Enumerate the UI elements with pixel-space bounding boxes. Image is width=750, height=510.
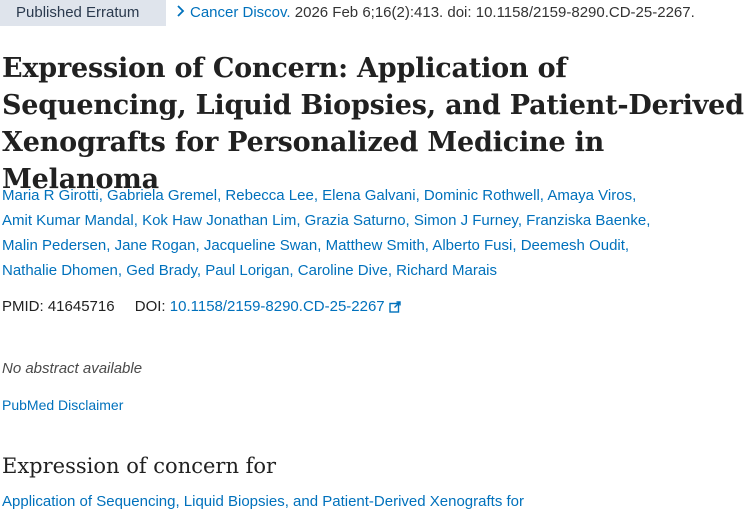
author-link[interactable]: Amit Kumar Mandal [2, 212, 134, 229]
author-separator: , [405, 212, 414, 229]
author-separator: , [415, 187, 424, 204]
author-link[interactable]: Jacqueline Swan [204, 237, 317, 254]
author-link[interactable]: Amaya Viros [547, 187, 632, 204]
pubmed-disclaimer-link[interactable]: PubMed Disclaimer [2, 397, 123, 413]
author-link[interactable]: Gabriela Gremel [107, 187, 217, 204]
author-link[interactable]: Franziska Baenke [526, 212, 646, 229]
doi-label: DOI: [134, 298, 166, 315]
doi-value[interactable]: 10.1158/2159-8290.CD-25-2267 [170, 298, 385, 315]
author-link[interactable]: Maria R Girotti [2, 187, 99, 204]
author-separator: , [98, 187, 108, 204]
expression-of-concern-heading: Expression of concern for [2, 454, 277, 478]
no-abstract-note: No abstract available [2, 360, 143, 377]
author-separator: , [133, 212, 143, 229]
author-separator: , [296, 212, 305, 229]
author-separator: , [624, 237, 630, 254]
author-separator: , [117, 262, 127, 279]
external-link-icon [388, 298, 401, 320]
citation-details: 2026 Feb 6;16(2):413. doi: 10.1158/2159-… [290, 4, 695, 21]
author-link[interactable]: Alberto Fusi [432, 237, 512, 254]
author-separator: , [313, 187, 323, 204]
author-link[interactable]: Dominic Rothwell [424, 187, 540, 204]
identifiers: PMID: 41645716 DOI: 10.1158/2159-8290.CD… [2, 296, 401, 320]
author-link[interactable]: Simon J Furney [414, 212, 518, 229]
author-separator: , [646, 212, 651, 229]
author-link[interactable]: Jane Rogan [115, 237, 196, 254]
author-separator: , [289, 262, 298, 279]
author-link[interactable]: Ged Brady [126, 262, 197, 279]
author-separator: , [512, 237, 521, 254]
author-link[interactable]: Richard Marais [396, 262, 497, 279]
author-link[interactable]: Paul Lorigan [205, 262, 289, 279]
author-link[interactable]: Matthew Smith [326, 237, 425, 254]
top-bar: Published Erratum Cancer Discov. 2026 Fe… [0, 0, 750, 26]
article-title: Expression of Concern: Application of Se… [2, 53, 744, 195]
author-link[interactable]: Rebecca Lee [225, 187, 313, 204]
author-separator: , [195, 237, 204, 254]
doi-link[interactable]: 10.1158/2159-8290.CD-25-2267 [170, 298, 401, 315]
author-separator: , [317, 237, 326, 254]
pmid: PMID: 41645716 [2, 298, 115, 315]
author-link[interactable]: Nathalie Dhomen [2, 262, 118, 279]
author-separator: , [387, 262, 397, 279]
author-separator: , [106, 237, 115, 254]
author-list: Maria R Girotti, Gabriela Gremel, Rebecc… [2, 183, 750, 283]
published-erratum-badge: Published Erratum [0, 0, 166, 26]
author-link[interactable]: Caroline Dive [298, 262, 388, 279]
author-separator: , [517, 212, 527, 229]
author-link[interactable]: Malin Pedersen [2, 237, 106, 254]
author-link[interactable]: Elena Galvani [322, 187, 415, 204]
author-separator: , [196, 262, 206, 279]
related-article-link[interactable]: Application of Sequencing, Liquid Biopsi… [2, 493, 524, 510]
author-link[interactable]: Kok Haw Jonathan Lim [142, 212, 296, 229]
author-link[interactable]: Deemesh Oudit [521, 237, 625, 254]
author-link[interactable]: Grazia Saturno [305, 212, 406, 229]
author-separator: , [632, 187, 637, 204]
journal-link[interactable]: Cancer Discov. [190, 4, 291, 21]
citation-line: Cancer Discov. 2026 Feb 6;16(2):413. doi… [176, 3, 695, 23]
chevron-right-icon[interactable] [176, 3, 190, 23]
